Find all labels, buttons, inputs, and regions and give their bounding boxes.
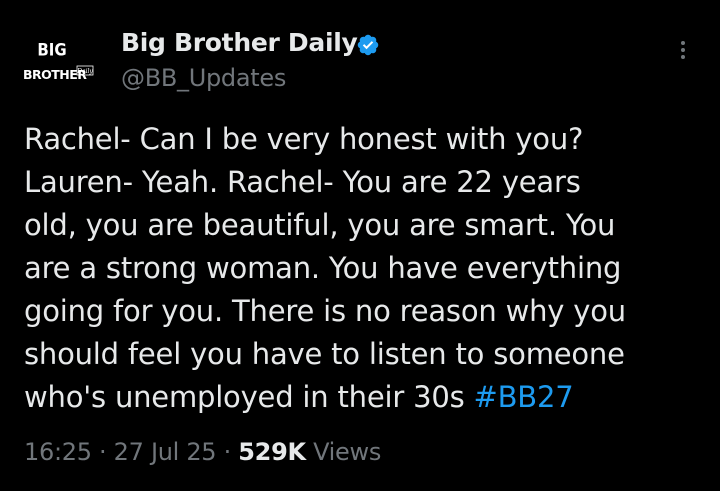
meta-separator: · (91, 438, 114, 466)
tweet-text-fragment: who's unemployed in their 30s (24, 380, 474, 414)
tweet-meta: 16:25 · 27 Jul 25 · 529K Views (24, 438, 381, 466)
meta-separator: · (216, 438, 239, 466)
tweet-text-line: going for you. There is no reason why yo… (24, 294, 626, 328)
more-dot (681, 41, 685, 45)
more-options-button[interactable] (668, 38, 698, 72)
more-dot (681, 55, 685, 59)
tweet-text-line: are a strong woman. You have everything (24, 251, 622, 285)
hashtag-link[interactable]: #BB27 (474, 380, 574, 414)
tweet-date[interactable]: 27 Jul 25 (114, 438, 217, 466)
tweet-text-line: Lauren- Yeah. Rachel- You are 22 years (24, 165, 581, 199)
tweet-text-line: Rachel- Can I be very honest with you? (24, 122, 584, 156)
big-brother-logo-icon: BIG BROTHER Daily (23, 40, 93, 82)
tweet-text-line: old, you are beautiful, you are smart. Y… (24, 208, 616, 242)
avatar[interactable]: BIG BROTHER Daily (22, 36, 98, 86)
logo-daily-text: Daily (76, 68, 93, 75)
tweet-time[interactable]: 16:25 (24, 438, 92, 466)
logo-big-text: BIG (37, 40, 66, 60)
author-handle[interactable]: @BB_Updates (121, 64, 286, 92)
author-display-name[interactable]: Big Brother Daily (121, 28, 358, 57)
views-count: 529K (238, 438, 306, 466)
tweet-text: Rachel- Can I be very honest with you? L… (24, 118, 704, 419)
tweet-text-line-last: who's unemployed in their 30s #BB27 (24, 376, 704, 419)
views-label: Views (305, 438, 382, 466)
tweet-text-line: should feel you have to listen to someon… (24, 337, 625, 371)
verified-badge-icon[interactable] (356, 33, 380, 57)
more-dot (681, 48, 685, 52)
tweet-card: BIG BROTHER Daily Big Brother Daily @BB_… (0, 0, 720, 491)
